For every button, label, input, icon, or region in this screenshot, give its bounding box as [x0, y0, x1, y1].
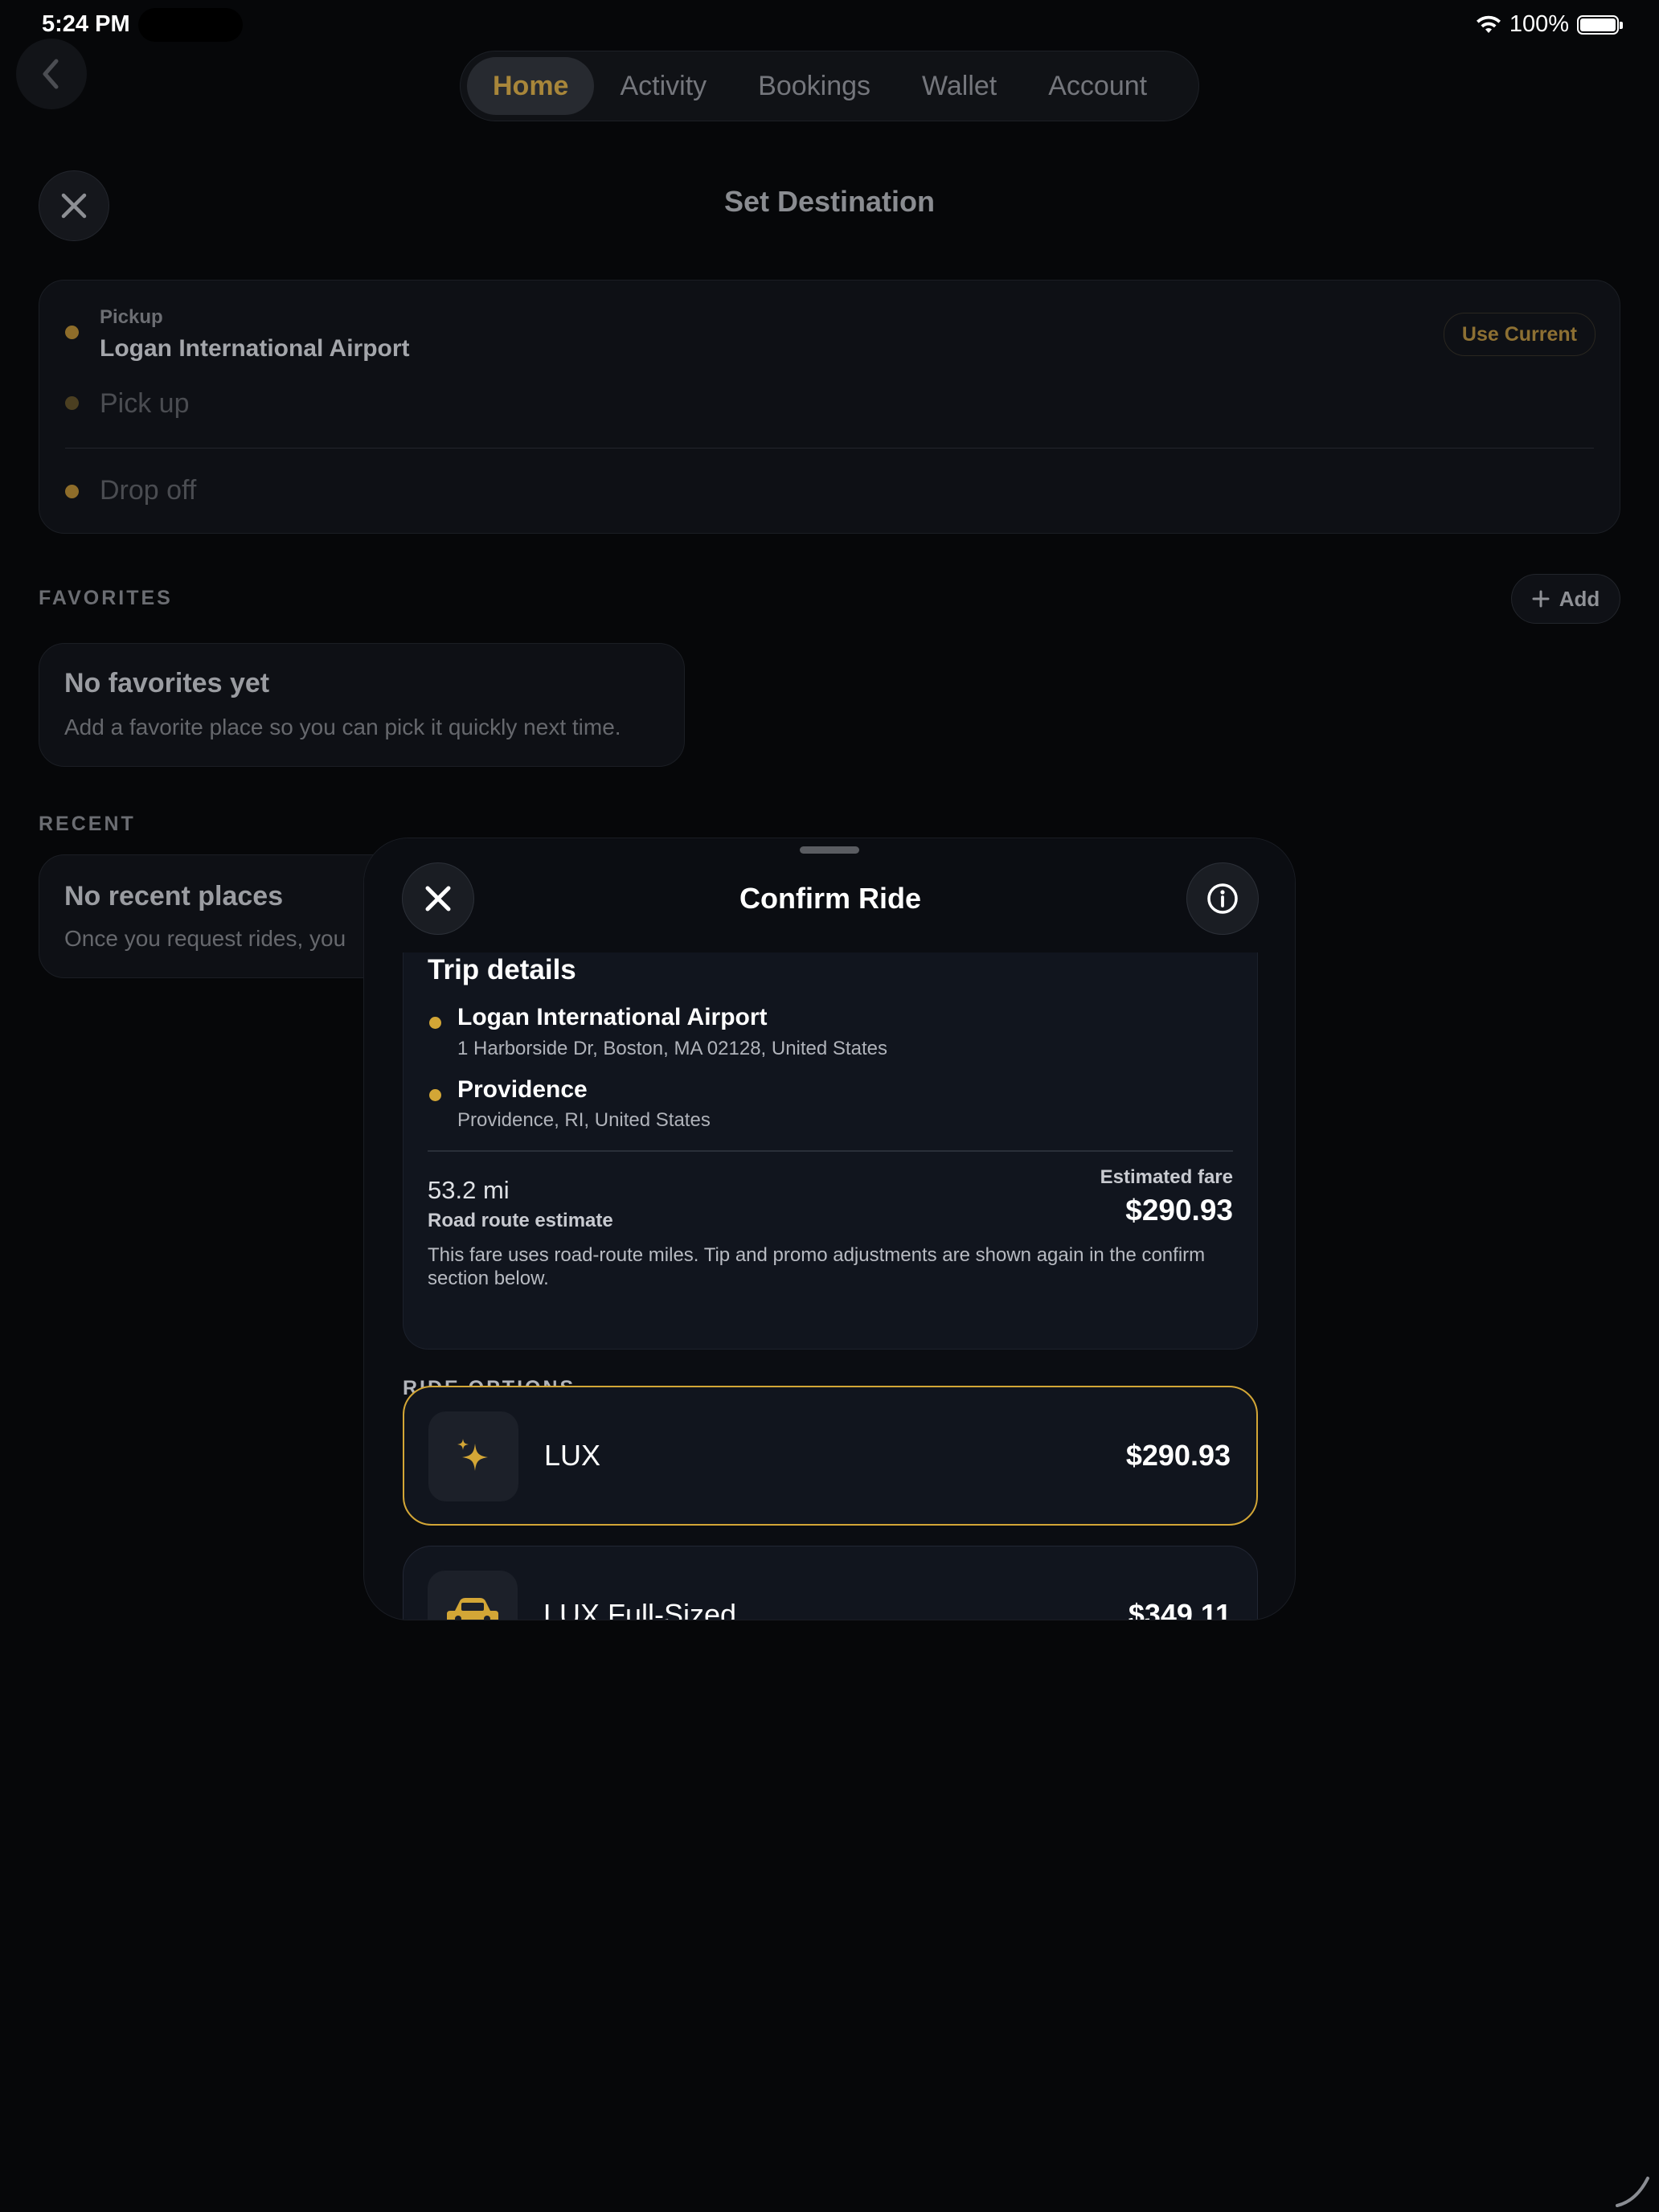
- confirm-ride-sheet: Trip details Logan International Airport…: [363, 838, 1296, 1620]
- sparkles-icon: [457, 1439, 488, 1471]
- recent-label: RECENT: [39, 813, 136, 835]
- tab-bookings[interactable]: Bookings: [732, 57, 896, 115]
- use-current-button[interactable]: Use Current: [1443, 313, 1596, 356]
- battery-icon: [1577, 14, 1623, 35]
- pickup-input-dot: [65, 396, 79, 410]
- tab-activity[interactable]: Activity: [594, 57, 732, 115]
- origin-dot: [429, 1017, 441, 1029]
- destination-name: Providence: [457, 1076, 588, 1103]
- info-icon: [1207, 883, 1238, 914]
- location-card: Pickup Logan International Airport Use C…: [39, 280, 1620, 534]
- destination-address: Providence, RI, United States: [457, 1109, 711, 1131]
- ride-option-lux-full-sized[interactable]: LUX Full-Sized $349.11: [403, 1546, 1258, 1620]
- favorites-empty-title: No favorites yet: [64, 668, 270, 698]
- estimated-fare-value: $290.93: [1125, 1194, 1233, 1227]
- trip-distance-label: Road route estimate: [428, 1210, 613, 1231]
- trip-details-title: Trip details: [428, 954, 576, 985]
- dropoff-dot: [65, 485, 79, 498]
- plus-icon: [1532, 590, 1550, 608]
- status-time: 5:24 PM: [42, 11, 130, 37]
- page-title: Set Destination: [723, 185, 936, 218]
- tab-home[interactable]: Home: [467, 57, 595, 115]
- origin-name: Logan International Airport: [457, 1004, 768, 1030]
- ride-option-name: LUX: [544, 1439, 601, 1472]
- fare-note: This fare uses road-route miles. Tip and…: [428, 1244, 1206, 1289]
- wifi-icon: [1476, 15, 1501, 33]
- chevron-left-icon: [43, 59, 59, 89]
- dropoff-input[interactable]: Drop off: [100, 475, 196, 506]
- estimated-fare-label: Estimated fare: [1100, 1166, 1233, 1188]
- ride-option-icon-box: [428, 1411, 518, 1501]
- tab-account[interactable]: Account: [1022, 57, 1173, 115]
- location-divider: [65, 448, 1594, 449]
- trip-divider: [428, 1150, 1233, 1152]
- pickup-label: Pickup: [100, 306, 163, 328]
- add-favorite-button[interactable]: Add: [1511, 574, 1620, 624]
- sheet-grabber[interactable]: [800, 846, 859, 854]
- car-icon: [447, 1598, 498, 1620]
- origin-address: 1 Harborside Dr, Boston, MA 02128, Unite…: [457, 1038, 887, 1059]
- sheet-title: Confirm Ride: [739, 882, 921, 915]
- destination-dot: [429, 1089, 441, 1101]
- trip-details-card: Trip details Logan International Airport…: [403, 951, 1258, 1350]
- favorites-empty-card: No favorites yet Add a favorite place so…: [39, 643, 685, 767]
- status-pill: [138, 8, 243, 42]
- ride-option-icon-box: [428, 1571, 518, 1620]
- ride-option-lux-card[interactable]: LUX $290.93: [403, 1386, 1258, 1526]
- ride-option-name: LUX Full-Sized: [543, 1598, 737, 1620]
- tab-wallet[interactable]: Wallet: [896, 57, 1022, 115]
- nav-tabs: Home Activity Bookings Wallet Account: [460, 51, 1199, 121]
- battery-percent: 100%: [1509, 11, 1569, 37]
- status-right: 100%: [1476, 11, 1623, 38]
- pickup-dot: [65, 326, 79, 339]
- recent-empty-title: No recent places: [64, 881, 284, 911]
- favorites-empty-subtitle: Add a favorite place so you can pick it …: [64, 715, 621, 739]
- pickup-input[interactable]: Pick up: [100, 388, 190, 420]
- back-button[interactable]: [16, 39, 87, 109]
- favorites-label: FAVORITES: [39, 587, 173, 609]
- recent-empty-subtitle: Once you request rides, you: [64, 926, 346, 951]
- add-favorite-label: Add: [1559, 586, 1600, 611]
- pickup-value[interactable]: Logan International Airport: [100, 335, 410, 363]
- trip-distance: 53.2 mi: [428, 1176, 510, 1204]
- corner-indicator-icon: [1616, 2177, 1649, 2207]
- sheet-header: Confirm Ride: [364, 838, 1295, 952]
- ride-option-price: $290.93: [1125, 1439, 1231, 1472]
- info-button[interactable]: [1186, 862, 1259, 935]
- ride-option-price: $349.11: [1128, 1598, 1231, 1620]
